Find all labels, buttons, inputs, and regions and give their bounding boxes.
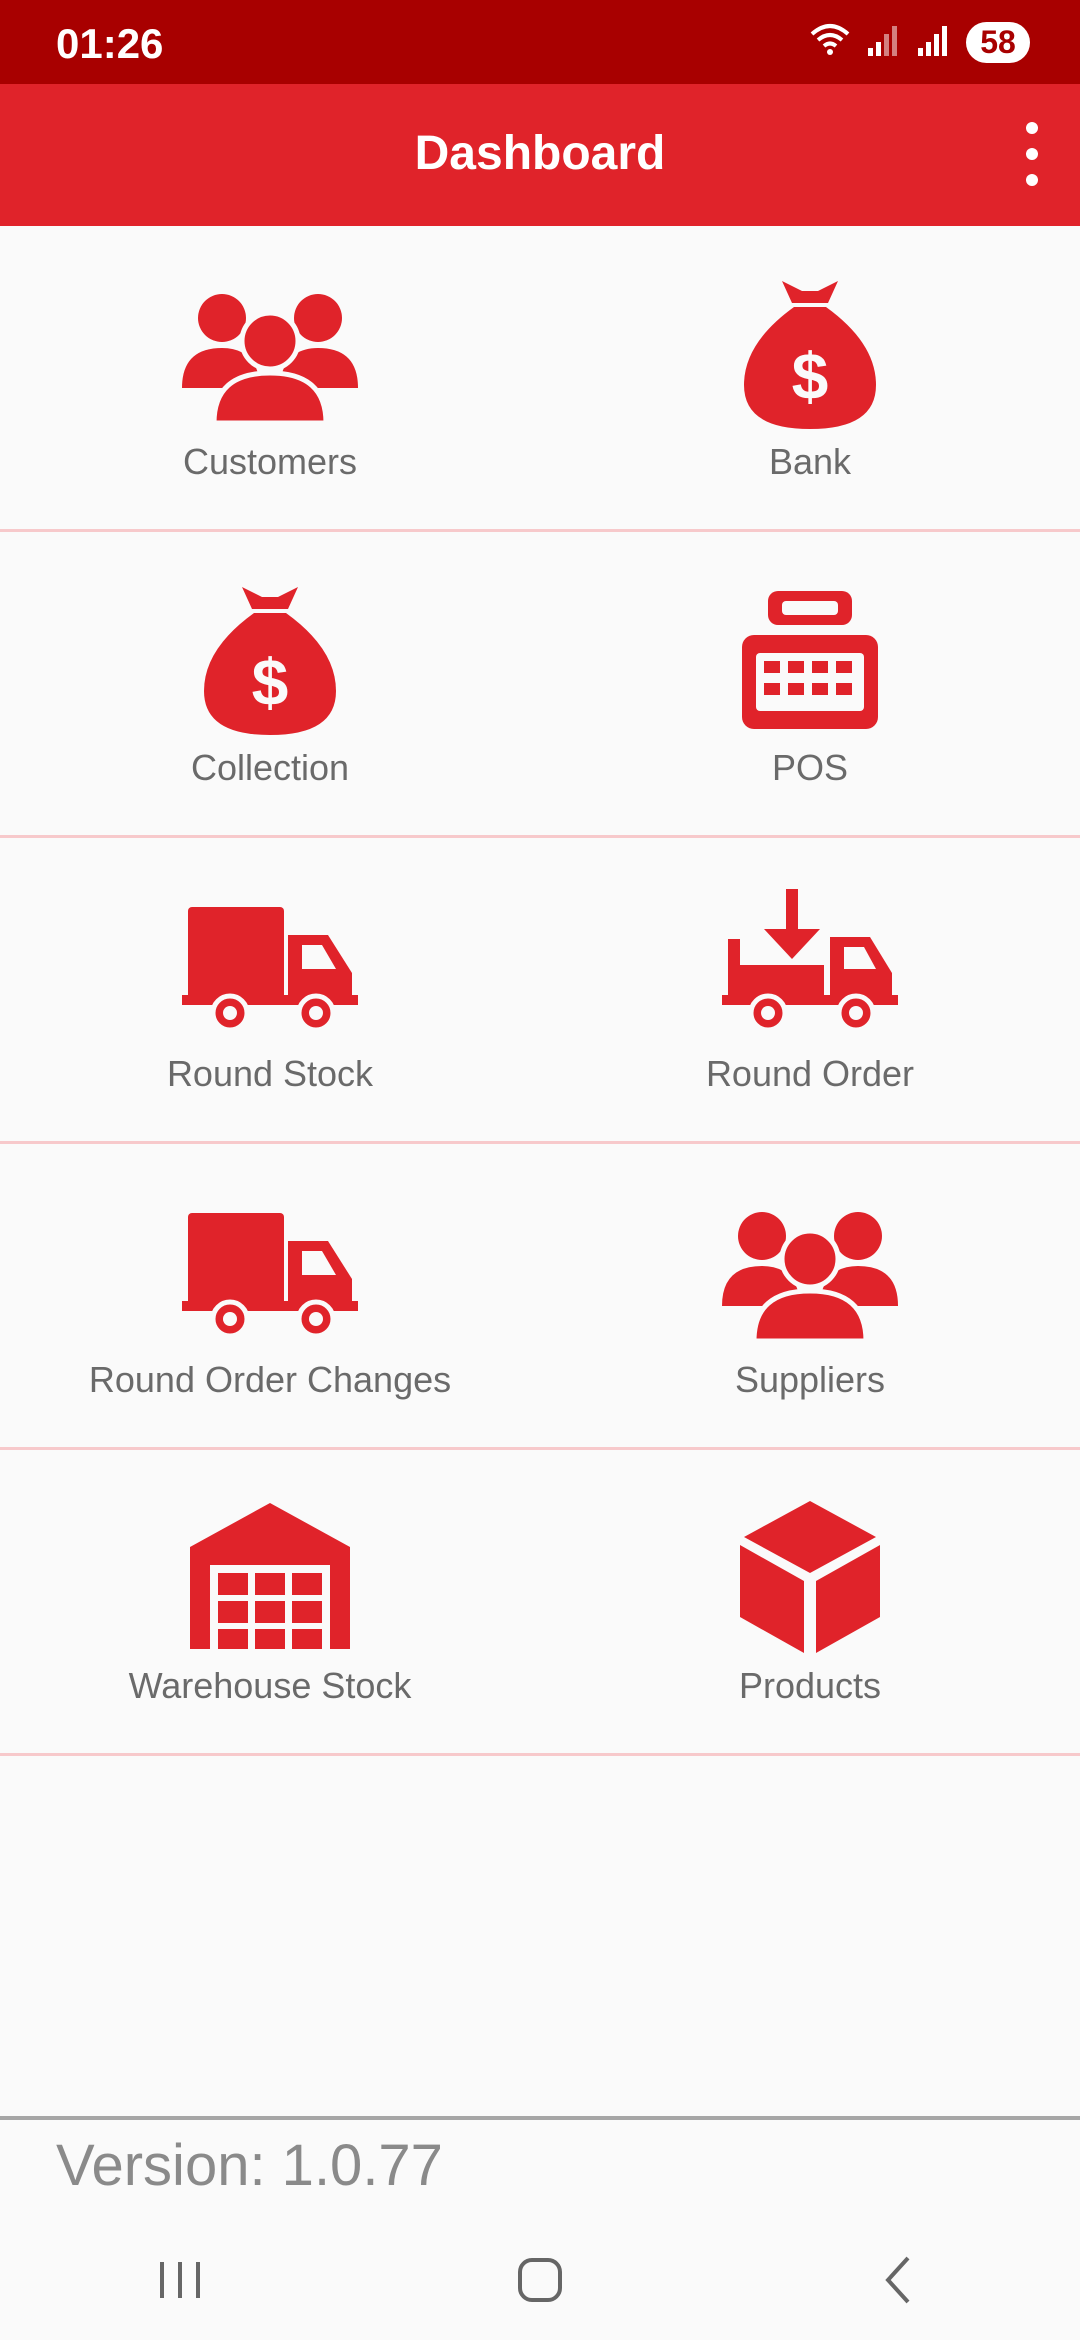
warehouse-icon bbox=[190, 1502, 350, 1649]
dashboard-grid: Customers $ Bank $ Collection POS Round … bbox=[0, 226, 1080, 1756]
dashboard-row: Round Stock Round Order bbox=[0, 838, 1080, 1144]
tile-label: Round Order Changes bbox=[88, 1358, 452, 1400]
tile-label: Customers bbox=[182, 440, 358, 482]
tile-collection[interactable]: $ Collection bbox=[0, 532, 540, 835]
cash-register-icon bbox=[742, 590, 878, 729]
dashboard-row: Warehouse Stock Products bbox=[0, 1450, 1080, 1756]
status-time: 01:26 bbox=[56, 20, 164, 67]
recent-apps-icon bbox=[160, 2262, 200, 2298]
users-icon bbox=[722, 1211, 898, 1343]
version-text: Version: 1.0.77 bbox=[56, 2133, 443, 2198]
more-vertical-icon[interactable] bbox=[1014, 122, 1050, 186]
tile-label: POS bbox=[771, 746, 849, 788]
tile-label: Warehouse Stock bbox=[128, 1664, 412, 1706]
home-button[interactable] bbox=[480, 2230, 600, 2330]
dashboard-row: Round Order Changes Suppliers bbox=[0, 1144, 1080, 1450]
footer-divider bbox=[0, 2116, 1080, 2120]
system-nav-bar bbox=[0, 2220, 1080, 2340]
truck-icon bbox=[182, 906, 358, 1032]
status-bar: 01:26 58 bbox=[0, 0, 1080, 84]
tile-products[interactable]: Products bbox=[540, 1450, 1080, 1753]
home-icon bbox=[518, 2258, 562, 2302]
truck-arrow-icon bbox=[722, 888, 898, 1032]
box-icon bbox=[740, 1500, 880, 1653]
tile-label: Products bbox=[738, 1664, 882, 1706]
tile-label: Round Stock bbox=[166, 1052, 374, 1094]
recent-apps-button[interactable] bbox=[120, 2230, 240, 2330]
status-icons: 58 bbox=[808, 22, 1030, 63]
svg-text:$: $ bbox=[792, 339, 829, 413]
page-title: Dashboard bbox=[414, 127, 666, 180]
back-icon bbox=[885, 2256, 910, 2304]
back-button[interactable] bbox=[840, 2230, 960, 2330]
truck-icon bbox=[182, 1212, 358, 1338]
wifi-icon bbox=[808, 22, 852, 63]
signal-icon bbox=[866, 22, 902, 63]
tile-pos[interactable]: POS bbox=[540, 532, 1080, 835]
money-bag-icon: $ bbox=[204, 586, 336, 735]
battery-icon: 58 bbox=[966, 22, 1030, 63]
tile-label: Suppliers bbox=[734, 1358, 886, 1400]
tile-label: Collection bbox=[190, 746, 350, 788]
tile-label: Round Order bbox=[705, 1052, 915, 1094]
tile-suppliers[interactable]: Suppliers bbox=[540, 1144, 1080, 1447]
tile-customers[interactable]: Customers bbox=[0, 226, 540, 529]
dashboard-row: Customers $ Bank bbox=[0, 226, 1080, 532]
money-bag-icon: $ bbox=[744, 280, 876, 429]
svg-text:$: $ bbox=[252, 645, 289, 719]
app-bar: Dashboard bbox=[0, 84, 1080, 226]
dashboard-row: $ Collection POS bbox=[0, 532, 1080, 838]
tile-round-order[interactable]: Round Order bbox=[540, 838, 1080, 1141]
tile-bank[interactable]: $ Bank bbox=[540, 226, 1080, 529]
tile-label: Bank bbox=[768, 440, 852, 482]
tile-warehouse-stock[interactable]: Warehouse Stock bbox=[0, 1450, 540, 1753]
tile-round-order-changes[interactable]: Round Order Changes bbox=[0, 1144, 540, 1447]
users-icon bbox=[182, 293, 358, 425]
signal-icon bbox=[916, 22, 952, 63]
tile-round-stock[interactable]: Round Stock bbox=[0, 838, 540, 1141]
